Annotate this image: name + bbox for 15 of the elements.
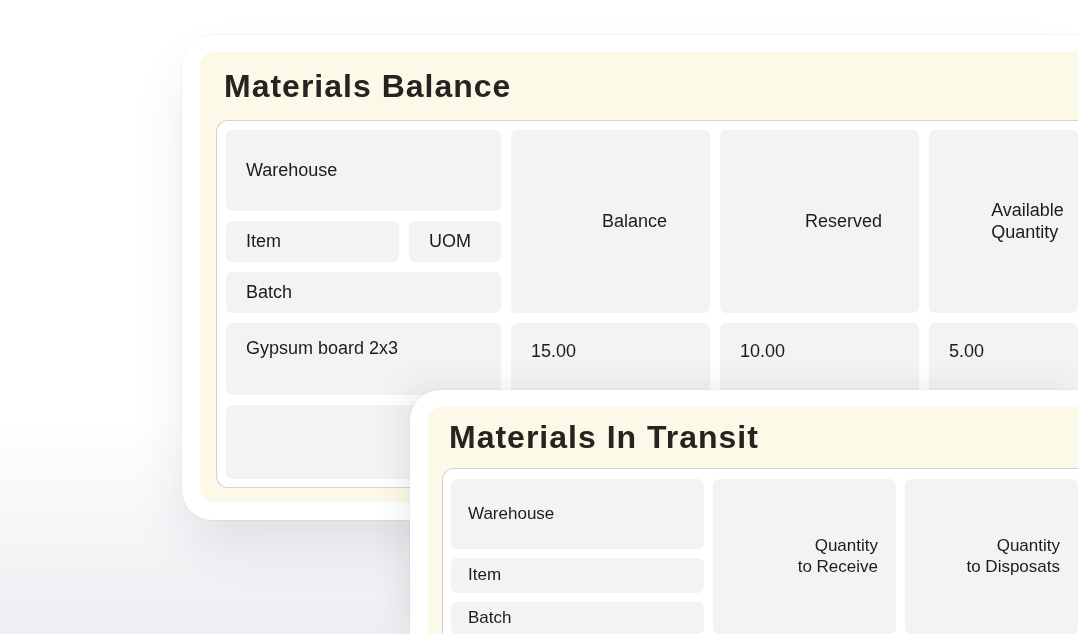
header-cell: Item: [226, 221, 399, 262]
header-cell: Balance: [511, 130, 710, 313]
header-cell: Item: [451, 558, 704, 593]
header-cell: UOM: [409, 221, 501, 262]
card-title: Materials In Transit: [448, 418, 760, 458]
header-cell: Quantity to Receive: [713, 479, 896, 634]
header-cell: Batch: [451, 602, 704, 634]
card-title: Materials Balance: [223, 66, 513, 106]
header-cell: Reserved: [720, 130, 919, 313]
header-cell: Warehouse: [226, 130, 501, 211]
header-cell: Available Quantity: [929, 130, 1078, 313]
header-cell: Warehouse: [451, 479, 704, 549]
table-cell: Gypsum board 2x3: [226, 323, 501, 395]
header-cell: Batch: [226, 272, 501, 313]
header-cell: Quantity to Disposats: [905, 479, 1078, 634]
